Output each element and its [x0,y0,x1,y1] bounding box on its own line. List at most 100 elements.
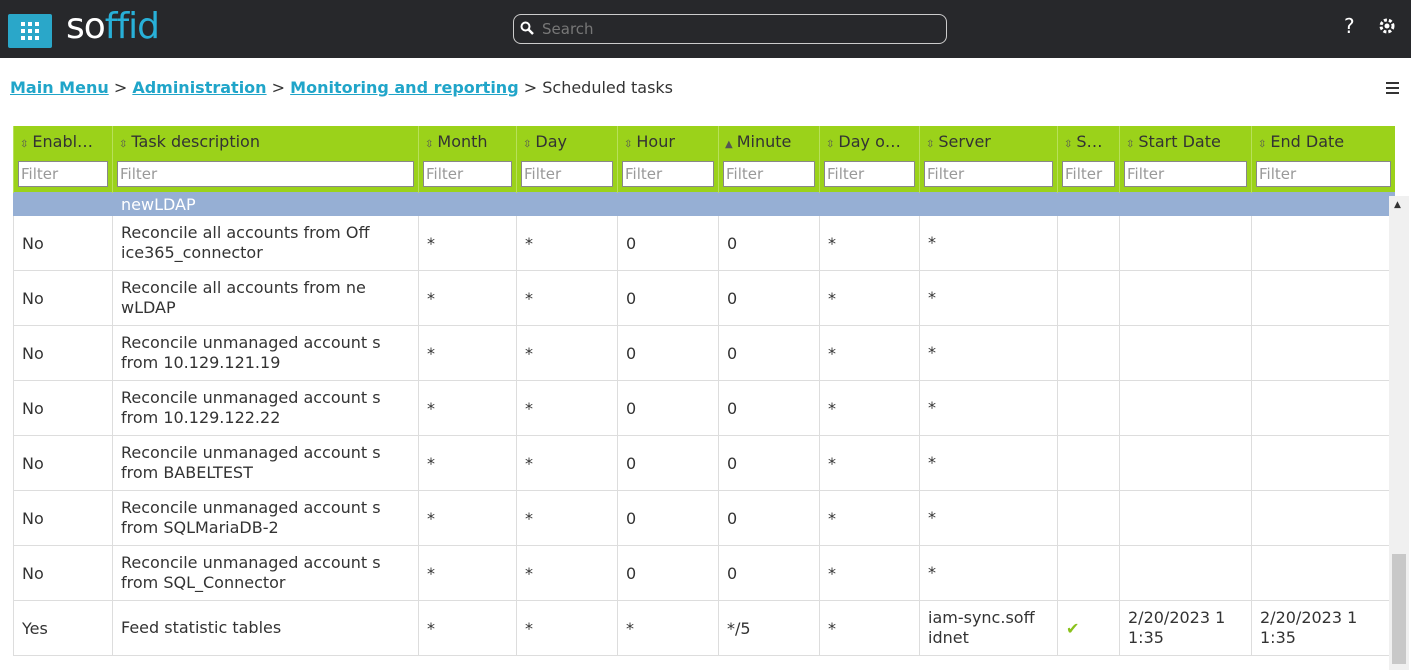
filter-row [13,156,1395,193]
table-cell: * [819,600,920,656]
table-cell: 0 [718,490,820,546]
table-cell [1251,270,1395,326]
breadcrumb-monitoring[interactable]: Monitoring and reporting [290,78,518,97]
table-cell: * [418,600,517,656]
column-header-enabled[interactable]: ⇳ Enabl… [13,126,113,156]
filter-input-month[interactable] [423,161,512,187]
search-box[interactable] [513,14,947,44]
status-check-icon [1057,490,1120,546]
table-cell: 0 [617,270,719,326]
table-cell: No [13,325,113,381]
sort-icon: ⇳ [20,138,29,150]
help-button[interactable]: ? [1344,14,1355,38]
table-cell [1119,545,1252,601]
table-cell: * [516,600,618,656]
filter-input-day-of-week[interactable] [824,161,915,187]
table-row[interactable]: No Reconcile unmanaged account s from SQL… [13,545,1395,601]
table-cell: * [819,490,920,546]
search-input[interactable] [540,19,934,39]
soffid-logo[interactable]: soffid [66,5,160,49]
status-check-icon [1057,435,1120,491]
column-header-server[interactable]: ⇳ Server [919,126,1058,156]
filter-input-minute[interactable] [723,161,815,187]
sort-icon: ⇳ [425,138,434,150]
filter-input-end-date[interactable] [1256,161,1391,187]
sort-icon: ⇳ [523,138,532,150]
table-row[interactable]: Yes Feed statistic tables * * * */5 * iam-sync.… [13,600,1395,656]
table-cell: 0 [617,215,719,271]
column-header-end-date[interactable]: ⇳ End Date [1251,126,1395,156]
table-cell: Yes [13,600,113,656]
top-bar: soffid ? [0,0,1411,58]
filter-input-day[interactable] [521,161,613,187]
breadcrumb-main-menu[interactable]: Main Menu [10,78,109,97]
sort-icon: ⇳ [119,138,128,150]
hamburger-menu-icon[interactable] [1386,82,1399,97]
table-cell: 0 [617,545,719,601]
table-row-selected[interactable]: newLDAP [13,192,1395,216]
column-header-month[interactable]: ⇳ Month [418,126,517,156]
column-header-day-of-week[interactable]: ⇳ Day o… [819,126,920,156]
table-cell: No [13,215,113,271]
table-cell: * [819,380,920,436]
table-cell: 0 [718,215,820,271]
column-header-minute[interactable]: ▲ Minute [718,126,820,156]
table-cell: No [13,490,113,546]
table-cell: 0 [617,490,719,546]
table-cell: * [919,380,1058,436]
filter-input-status[interactable] [1062,161,1115,187]
apps-menu-button[interactable] [8,14,52,48]
status-check-icon [1057,380,1120,436]
status-check-icon [1057,325,1120,381]
filter-input-hour[interactable] [622,161,714,187]
table-cell: 0 [718,325,820,381]
table-cell: Reconcile unmanaged account s from SQLMa… [112,490,419,546]
status-check-icon [1057,215,1120,271]
column-header-day[interactable]: ⇳ Day [516,126,618,156]
table-row[interactable]: No Reconcile unmanaged account s from SQL… [13,490,1395,546]
table-cell: * [819,215,920,271]
table-cell: * [919,435,1058,491]
filter-input-task-description[interactable] [117,161,414,187]
filter-input-start-date[interactable] [1124,161,1247,187]
table-cell [1119,380,1252,436]
column-header-task-description[interactable]: ⇳ Task description [112,126,419,156]
table-row[interactable]: No Reconcile unmanaged account s from 10.… [13,380,1395,436]
table-cell: * [919,545,1058,601]
table-row[interactable]: No Reconcile all accounts from ne wLDAP * *… [13,270,1395,326]
breadcrumb-administration[interactable]: Administration [132,78,266,97]
table-cell: * [919,490,1058,546]
table-cell: Reconcile all accounts from ne wLDAP [112,270,419,326]
column-header-start-date[interactable]: ⇳ Start Date [1119,126,1252,156]
sort-icon: ⇳ [926,138,935,150]
column-header-hour[interactable]: ⇳ Hour [617,126,719,156]
scroll-up-icon[interactable]: ▲ [1394,200,1401,210]
scrollbar-thumb[interactable] [1392,554,1406,664]
table-cell [1251,215,1395,271]
filter-input-server[interactable] [924,161,1053,187]
table-row[interactable]: No Reconcile unmanaged account s from 10.… [13,325,1395,381]
sort-icon: ⇳ [624,138,633,150]
gear-icon[interactable] [1377,16,1397,40]
table-cell: * [516,325,618,381]
sort-icon: ⇳ [1064,138,1073,150]
table-cell: No [13,380,113,436]
table-cell: newLDAP [112,192,419,216]
table-row[interactable]: No Reconcile all accounts from Off ice365… [13,215,1395,271]
breadcrumb-separator: > [523,78,538,97]
breadcrumb-separator: > [271,78,286,97]
filter-input-enabled[interactable] [18,161,108,187]
sort-icon: ⇳ [826,138,835,150]
table-cell: Reconcile unmanaged account s from 10.12… [112,380,419,436]
table-cell: * [418,490,517,546]
table-cell: * [516,215,618,271]
table-cell [1119,270,1252,326]
breadcrumb: Main Menu > Administration > Monitoring … [10,78,673,97]
table-cell: 0 [718,380,820,436]
table-row[interactable]: No Reconcile unmanaged account s from BAB… [13,435,1395,491]
table-cell: * [819,545,920,601]
table-cell [1251,545,1395,601]
column-header-status[interactable]: ⇳ S… [1057,126,1120,156]
vertical-scrollbar[interactable]: ▲ [1389,196,1409,670]
table-cell: * [516,380,618,436]
